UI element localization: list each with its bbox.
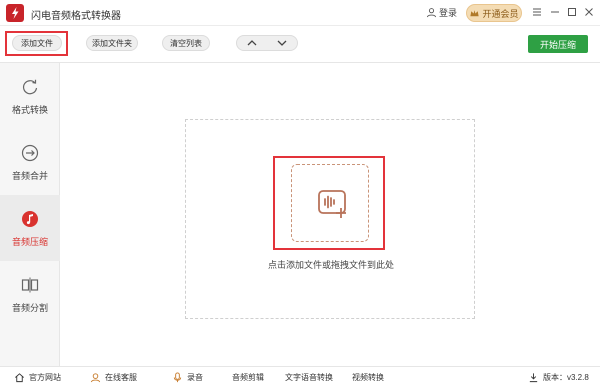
minimize-button[interactable] — [548, 5, 562, 19]
sidebar-item-label: 格式转换 — [11, 104, 48, 115]
record-link[interactable]: 录音 — [172, 372, 203, 383]
toolbar: 添加文件 添加文件夹 清空列表 开始压缩 — [0, 26, 600, 63]
close-button[interactable] — [582, 5, 596, 19]
home-icon — [15, 373, 24, 383]
file-drop-zone[interactable]: 点击添加文件或拖拽文件到此处 — [185, 119, 475, 319]
statusbar-label: 视频转换 — [352, 373, 384, 382]
status-bar: 官方网站 在线客服 录音 音频剪辑 文字语音转换 视频转换 版本：v3.2.8 — [0, 366, 600, 388]
video-convert-link[interactable]: 视频转换 — [352, 372, 384, 383]
clear-list-button[interactable]: 清空列表 — [162, 35, 210, 51]
statusbar-label: 文字语音转换 — [285, 373, 333, 382]
minimize-icon — [551, 11, 559, 13]
audio-edit-link[interactable]: 音频剪辑 — [232, 372, 264, 383]
login-button[interactable]: 登录 — [426, 6, 457, 19]
chevron-up-icon — [247, 40, 257, 46]
add-folder-button[interactable]: 添加文件夹 — [86, 35, 138, 51]
move-down-button[interactable] — [267, 36, 297, 50]
title-bar: 闪电音频格式转换器 登录 开通会员 — [0, 0, 600, 26]
version-label: 版本：v3.2.8 — [543, 373, 589, 382]
sidebar-item-audio-compress[interactable]: 音频压缩 — [0, 195, 60, 261]
close-icon — [585, 8, 593, 16]
merge-icon — [21, 144, 39, 161]
chevron-down-icon — [277, 40, 287, 46]
statusbar-label: 官方网站 — [29, 373, 61, 382]
main-panel: 点击添加文件或拖拽文件到此处 — [60, 63, 600, 366]
sidebar-item-label: 音频分割 — [11, 302, 48, 313]
online-support-link[interactable]: 在线客服 — [90, 372, 137, 383]
crown-icon — [470, 9, 480, 16]
statusbar-label: 在线客服 — [105, 373, 137, 382]
menu-icon — [533, 8, 541, 16]
download-icon — [529, 373, 538, 383]
text-speech-link[interactable]: 文字语音转换 — [285, 372, 333, 383]
start-compress-button[interactable]: 开始压缩 — [528, 35, 588, 53]
sidebar-item-format-convert[interactable]: 格式转换 — [0, 63, 60, 129]
app-title: 闪电音频格式转换器 — [31, 11, 121, 22]
support-icon — [90, 373, 101, 383]
user-icon — [426, 8, 437, 18]
sidebar: 格式转换 音频合并 音频压缩 音频分割 — [0, 63, 60, 366]
statusbar-label: 音频剪辑 — [232, 373, 264, 382]
maximize-button[interactable] — [565, 5, 579, 19]
vip-button[interactable]: 开通会员 — [466, 4, 522, 22]
version-info[interactable]: 版本：v3.2.8 — [528, 372, 589, 383]
drop-hint-text: 点击添加文件或拖拽文件到此处 — [267, 260, 394, 270]
app-logo-icon — [6, 4, 24, 22]
refresh-icon — [23, 79, 38, 94]
music-note-icon — [22, 210, 38, 227]
menu-button[interactable] — [530, 5, 544, 19]
sidebar-item-label: 音频压缩 — [11, 236, 48, 247]
split-icon — [21, 277, 39, 292]
statusbar-label: 录音 — [187, 373, 203, 382]
maximize-icon — [568, 8, 576, 16]
sidebar-item-label: 音频合并 — [11, 170, 48, 181]
move-buttons — [236, 35, 298, 51]
sidebar-item-audio-merge[interactable]: 音频合并 — [0, 129, 60, 195]
audio-add-icon[interactable] — [317, 188, 349, 220]
official-site-link[interactable]: 官方网站 — [14, 372, 61, 383]
record-icon — [173, 372, 182, 383]
login-label: 登录 — [439, 8, 458, 18]
add-file-button[interactable]: 添加文件 — [12, 35, 62, 51]
sidebar-item-audio-split[interactable]: 音频分割 — [0, 261, 60, 327]
move-up-button[interactable] — [237, 36, 267, 50]
vip-label: 开通会员 — [482, 8, 519, 19]
